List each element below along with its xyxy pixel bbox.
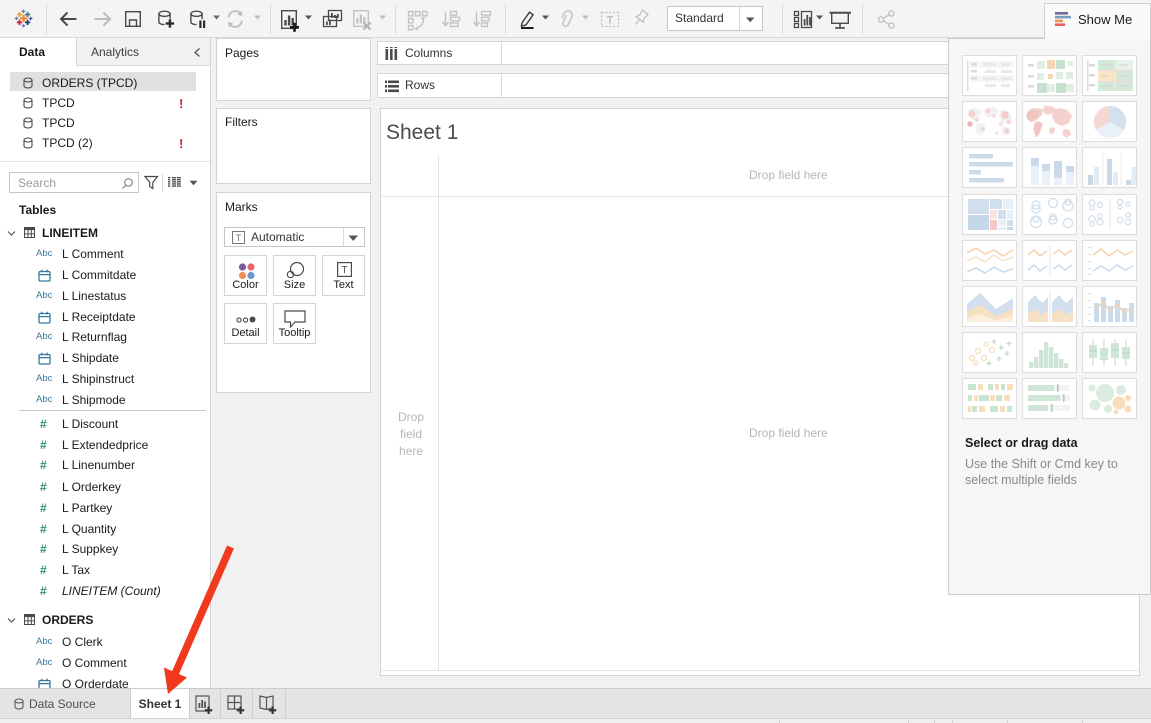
svg-text:T: T	[607, 15, 614, 27]
svg-text:T: T	[341, 265, 347, 276]
svg-text:T: T	[236, 233, 242, 243]
